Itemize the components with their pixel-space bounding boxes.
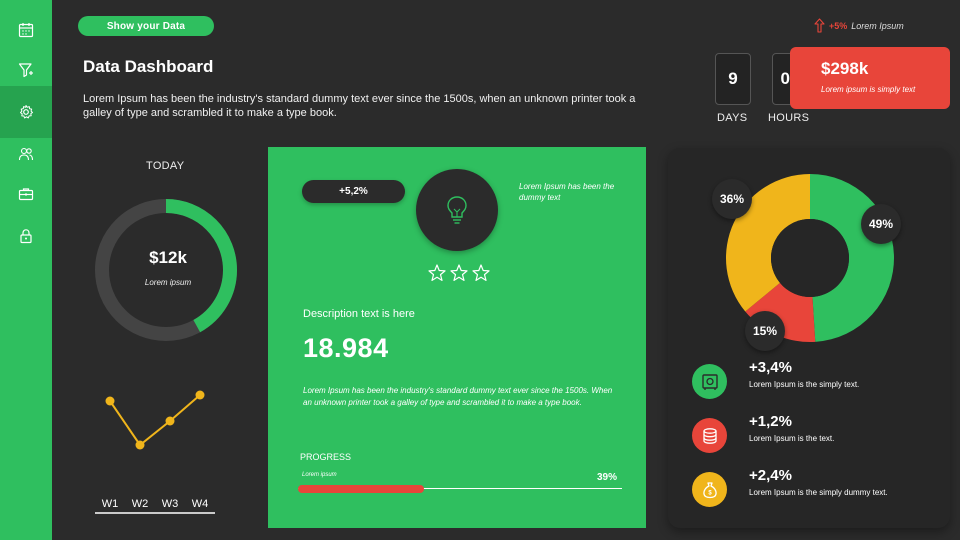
- show-data-button[interactable]: Show your Data: [78, 16, 214, 36]
- sidebar-item-filter[interactable]: [0, 50, 52, 90]
- idea-badge: [416, 169, 498, 251]
- sidebar-item-users[interactable]: [0, 134, 52, 174]
- hours-label: HOURS: [768, 112, 810, 124]
- description-paragraph: Lorem Ipsum has been the industry's stan…: [303, 386, 613, 407]
- stat-value: +1,2%: [749, 413, 792, 430]
- stat-value: +2,4%: [749, 467, 792, 484]
- weekly-series-line: [109, 394, 201, 447]
- filter-icon: [18, 63, 33, 78]
- trend-percent: +5%: [829, 20, 848, 31]
- idea-note: Lorem Ipsum has been the dummy text: [519, 182, 615, 202]
- sidebar: [0, 0, 52, 540]
- money-bag-icon: $: [702, 481, 717, 498]
- stat-row: $ +2,4% Lorem Ipsum is the simply dummy …: [692, 467, 888, 507]
- trend-label: Lorem Ipsum: [851, 20, 904, 31]
- calendar-icon: [18, 23, 34, 38]
- weekly-point: [195, 390, 205, 400]
- revenue-subtitle: Lorem ipsum is simply text: [821, 85, 916, 94]
- today-subtitle: Lorem ipsum: [144, 278, 192, 287]
- growth-badge: +5,2%: [302, 180, 405, 203]
- stat-text: Lorem Ipsum is the simply text.: [749, 380, 860, 389]
- database-icon: [702, 427, 717, 444]
- progress-fill: [298, 485, 425, 493]
- weekly-point: [165, 416, 175, 426]
- today-value: $12k: [149, 248, 187, 267]
- arrow-up-icon: [814, 18, 825, 33]
- sidebar-item-lock[interactable]: [0, 216, 52, 256]
- weekly-tick-label: W4: [192, 498, 209, 510]
- today-label: TODAY: [146, 160, 185, 172]
- weekly-line-chart: W1 W2 W3 W4: [95, 390, 215, 514]
- progress-title: PROGRESS: [300, 452, 352, 462]
- stat-row: +1,2% Lorem Ipsum is the text.: [692, 413, 834, 453]
- weekly-tick-label: W2: [132, 498, 149, 510]
- weekly-point: [105, 396, 115, 406]
- revenue-value: $298k: [821, 59, 869, 78]
- briefcase-icon: [18, 188, 34, 201]
- progress-subtitle: Lorem ipsum: [302, 472, 337, 478]
- slice-label-red: 15%: [745, 311, 785, 351]
- big-value: 18.984: [303, 333, 389, 363]
- trend-indicator: +5% Lorem Ipsum: [814, 18, 904, 33]
- star-icon: [472, 264, 490, 281]
- today-donut: [95, 199, 237, 341]
- stat-text: Lorem Ipsum is the text.: [749, 434, 835, 443]
- users-icon: [18, 147, 34, 161]
- revenue-card: $298k Lorem ipsum is simply text: [790, 47, 950, 109]
- slice-label-green: 49%: [861, 204, 901, 244]
- days-value: 9: [715, 53, 751, 105]
- weekly-tick-label: W1: [102, 498, 119, 510]
- stat-icon-circle: [692, 418, 727, 453]
- stat-text: Lorem Ipsum is the simply dummy text.: [749, 488, 888, 497]
- star-icon: [428, 264, 446, 281]
- star-icon: [450, 264, 468, 281]
- stat-value: +3,4%: [749, 359, 792, 376]
- weekly-point: [135, 440, 145, 450]
- stat-icon-circle: $: [692, 472, 727, 507]
- sidebar-item-settings[interactable]: [0, 86, 52, 138]
- progress-percent: 39%: [597, 472, 618, 483]
- slice-label-yellow: 36%: [712, 179, 752, 219]
- page-description: Lorem Ipsum has been the industry's stan…: [83, 93, 636, 119]
- sidebar-item-calendar[interactable]: [0, 10, 52, 50]
- description-label: Description text is here: [303, 308, 415, 320]
- rating-stars: [428, 264, 490, 282]
- lock-icon: [20, 229, 32, 244]
- settings-icon: [20, 105, 33, 119]
- donut-hole: [771, 219, 849, 297]
- safe-icon: [701, 373, 718, 390]
- svg-text:$: $: [708, 490, 712, 496]
- weekly-tick-label: W3: [162, 498, 179, 510]
- sidebar-item-briefcase[interactable]: [0, 174, 52, 214]
- days-label: DAYS: [717, 112, 748, 124]
- stat-row: +3,4% Lorem Ipsum is the simply text.: [692, 359, 859, 399]
- page-title: Data Dashboard: [83, 57, 214, 76]
- stat-icon-circle: [692, 364, 727, 399]
- lightbulb-icon: [447, 196, 467, 224]
